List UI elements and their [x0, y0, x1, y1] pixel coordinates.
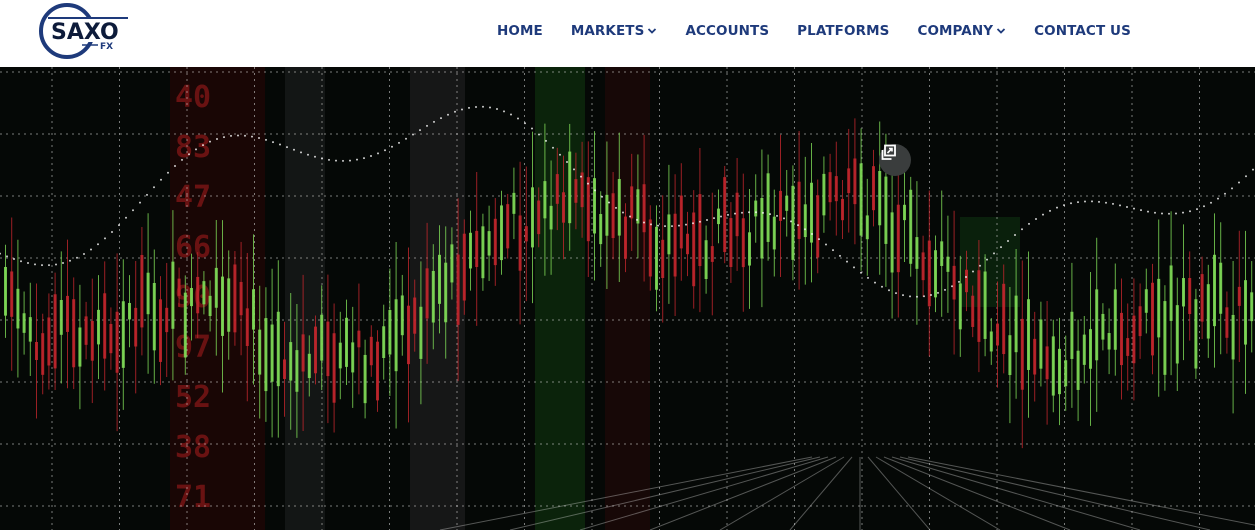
svg-text:97: 97	[175, 330, 211, 365]
svg-text:83: 83	[175, 130, 211, 165]
chevron-down-icon	[997, 28, 1006, 34]
nav-markets[interactable]: MARKETS	[571, 23, 658, 39]
svg-text:38: 38	[175, 430, 211, 465]
svg-text:40: 40	[175, 80, 211, 115]
site-header: SAXO FX HOME MARKETS ACCOUNTS PLATFORMS …	[0, 0, 1255, 67]
hero-banner: 40 83 47 66 90 97 52 38 71	[0, 67, 1255, 530]
svg-text:66: 66	[175, 230, 211, 265]
popout-window-icon	[881, 144, 896, 160]
nav-home[interactable]: HOME	[497, 23, 543, 39]
nav-markets-label: MARKETS	[570, 23, 645, 39]
nav-contact-us[interactable]: CONTACT US	[1034, 23, 1131, 39]
candlestick-chart-background: 408347669097523871	[0, 67, 1255, 530]
popout-window-button[interactable]	[879, 144, 911, 176]
svg-text:71: 71	[175, 480, 211, 515]
nav-home-label: HOME	[497, 23, 543, 39]
saxo-fx-logo[interactable]: SAXO FX	[36, 2, 132, 62]
main-nav: HOME MARKETS ACCOUNTS PLATFORMS COMPANY …	[497, 0, 1159, 62]
logo-subtext: FX	[100, 42, 113, 52]
svg-text:52: 52	[175, 380, 211, 415]
nav-accounts[interactable]: ACCOUNTS	[685, 23, 769, 39]
nav-contact-us-label: CONTACT US	[1034, 23, 1131, 39]
nav-platforms-label: PLATFORMS	[797, 23, 890, 39]
nav-company-label: COMPANY	[917, 23, 994, 39]
svg-text:47: 47	[175, 180, 211, 215]
chevron-down-icon	[648, 28, 657, 34]
nav-platforms[interactable]: PLATFORMS	[797, 23, 889, 39]
nav-company[interactable]: COMPANY	[917, 23, 1006, 39]
nav-accounts-label: ACCOUNTS	[685, 23, 770, 39]
